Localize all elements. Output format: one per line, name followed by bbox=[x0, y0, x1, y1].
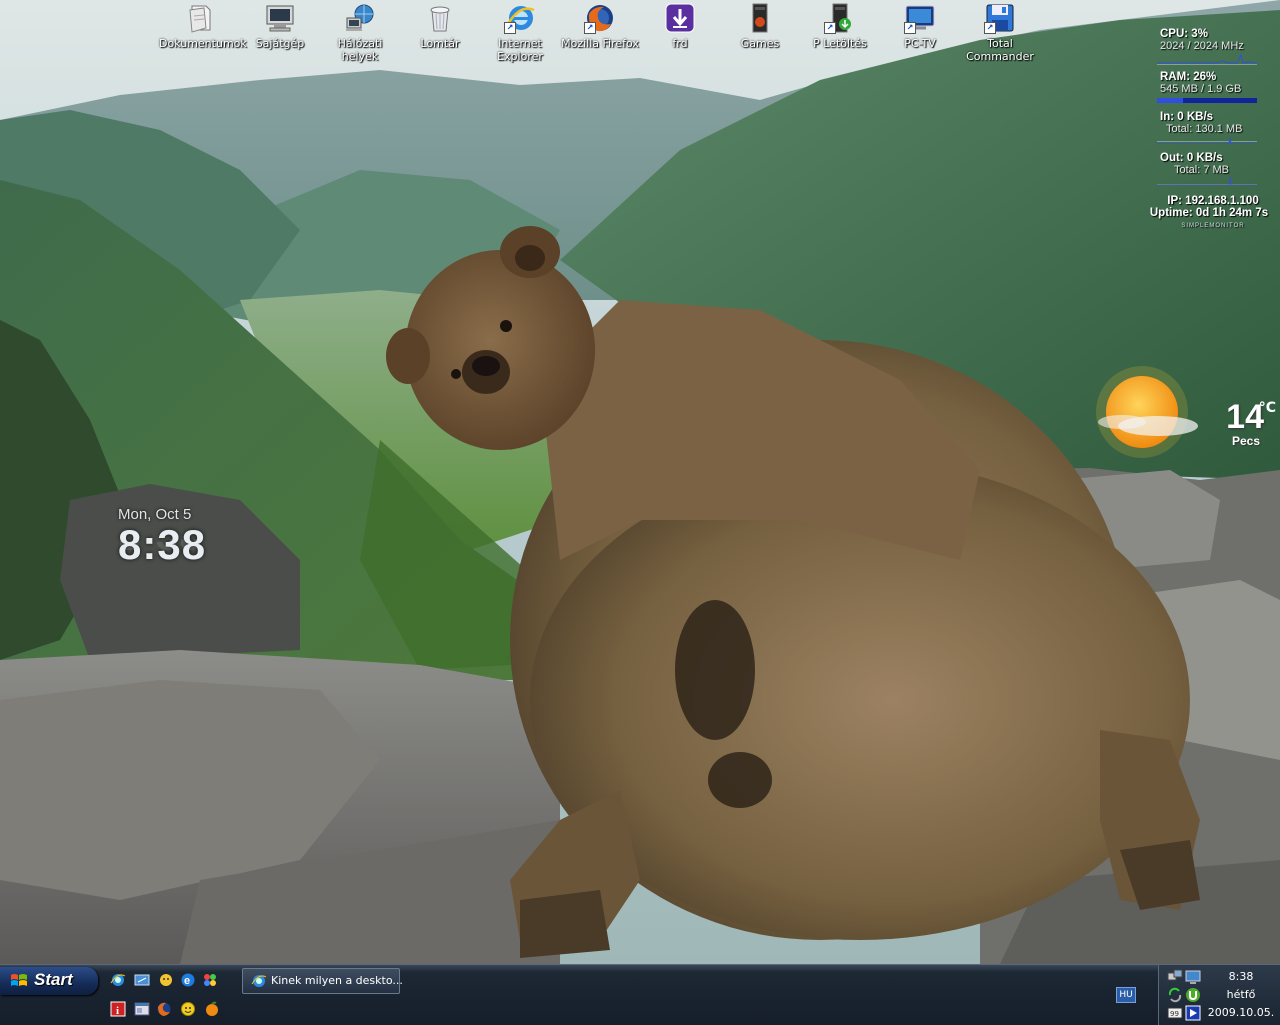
documents-icon bbox=[184, 2, 216, 34]
network-out-graph bbox=[1157, 176, 1257, 186]
taskbar-window-button[interactable]: Kinek milyen a deskto... bbox=[242, 968, 403, 994]
speaker-tray-icon[interactable]: 99 bbox=[1167, 1005, 1183, 1021]
show-desktop-icon[interactable] bbox=[134, 972, 150, 988]
internet-explorer-icon: ↗ bbox=[504, 2, 536, 34]
download-shortcut-icon: ↗ bbox=[824, 2, 856, 34]
start-button[interactable]: Start bbox=[0, 967, 98, 995]
svg-text:i: i bbox=[116, 1005, 119, 1017]
network-in-graph-line bbox=[1157, 137, 1257, 145]
display-tray-icon[interactable] bbox=[1185, 969, 1201, 985]
weather-widget[interactable]: 14 °C Pecs bbox=[1088, 362, 1278, 462]
desktop-icon-label: Internet Explorer bbox=[497, 37, 543, 63]
media-icon[interactable] bbox=[202, 972, 218, 988]
cpu-graph-line bbox=[1157, 53, 1258, 64]
desktop-icon-p-letoltes[interactable]: ↗ P Letöltés bbox=[799, 2, 881, 50]
info-icon[interactable]: i bbox=[110, 1001, 126, 1017]
network-in-total: Total: 130.1 MB bbox=[1166, 123, 1243, 135]
ram-detail: 545 MB / 1.9 GB bbox=[1160, 83, 1242, 95]
desktop-icon-games[interactable]: Games bbox=[719, 2, 801, 50]
my-computer-icon bbox=[264, 2, 296, 34]
shortcut-arrow-icon: ↗ bbox=[584, 22, 596, 34]
cpu-frequency: 2024 / 2024 MHz bbox=[1160, 40, 1244, 52]
clock-time-reflection: 8:38 bbox=[118, 539, 206, 559]
pc-tv-icon: ↗ bbox=[904, 2, 936, 34]
orange-icon[interactable] bbox=[204, 1001, 220, 1017]
network-out-graph-line bbox=[1157, 176, 1257, 186]
cpu-graph bbox=[1157, 52, 1258, 65]
language-indicator[interactable]: HU bbox=[1116, 987, 1136, 1003]
ie-window-icon bbox=[251, 975, 267, 987]
svg-text:99: 99 bbox=[1170, 1010, 1179, 1018]
ie-e-icon[interactable]: e bbox=[180, 972, 196, 988]
weather-unit: °C bbox=[1258, 400, 1276, 416]
total-commander-icon: ↗ bbox=[984, 2, 1016, 34]
shortcut-arrow-icon: ↗ bbox=[984, 22, 996, 34]
desktop-icon-label: Hálózati helyek bbox=[337, 37, 383, 63]
windows-flag-icon bbox=[11, 974, 27, 986]
system-monitor-widget: CPU: 3% 2024 / 2024 MHz RAM: 26% 545 MB … bbox=[1150, 28, 1276, 229]
desktop-icon-label: PC-TV bbox=[904, 37, 936, 50]
desktop-icon-label: Lomtár bbox=[420, 37, 460, 50]
desktop-icon-documents[interactable]: Dokumentumok bbox=[159, 2, 247, 50]
recycle-bin-icon bbox=[424, 2, 456, 34]
firefox-icon: ↗ bbox=[584, 2, 616, 34]
utorrent-tray-icon[interactable] bbox=[1185, 987, 1201, 1003]
firefox-small-icon[interactable] bbox=[156, 1001, 172, 1017]
desktop-icon-pc-tv[interactable]: ↗ PC-TV bbox=[879, 2, 961, 50]
desktop-wallpaper bbox=[0, 0, 1280, 964]
taskbar-window-title: Kinek milyen a deskto... bbox=[271, 974, 403, 987]
download-folder-icon bbox=[664, 2, 696, 34]
shortcut-arrow-icon: ↗ bbox=[904, 22, 916, 34]
network-out-total: Total: 7 MB bbox=[1174, 164, 1230, 176]
monitor-brand: SIMPLEMONITOR bbox=[1181, 223, 1245, 229]
desktop-icon-label: Dokumentumok bbox=[159, 37, 247, 50]
network-out: Out: 0 KB/s bbox=[1160, 152, 1223, 164]
uptime: Uptime: 0d 1h 24m 7s bbox=[1149, 207, 1269, 219]
svg-text:e: e bbox=[184, 975, 190, 987]
clock-widget: Mon, Oct 5 8:38 8:38 bbox=[118, 506, 206, 568]
shortcut-arrow-icon: ↗ bbox=[504, 22, 516, 34]
msn-icon[interactable] bbox=[158, 972, 174, 988]
network-tray-icon[interactable] bbox=[1167, 969, 1183, 985]
desktop-icon-my-computer[interactable]: Sajátgép bbox=[239, 2, 321, 50]
start-label: Start bbox=[34, 970, 73, 989]
network-in: In: 0 KB/s bbox=[1160, 111, 1214, 123]
cpu-usage: CPU: 3% bbox=[1160, 28, 1208, 40]
wallpaper-scene bbox=[0, 0, 1280, 964]
shortcut-arrow-icon: ↗ bbox=[824, 22, 836, 34]
tray-day: hétfő bbox=[1226, 988, 1256, 1001]
desktop-icon-label: Sajátgép bbox=[255, 37, 305, 50]
desktop-icon-network-places[interactable]: Hálózati helyek bbox=[319, 2, 401, 63]
tray-date: 2009.10.05. bbox=[1207, 1006, 1275, 1019]
desktop-icon-label: Total Commander bbox=[966, 37, 1034, 63]
ie-quick-icon[interactable] bbox=[110, 972, 126, 988]
desktop-icon-label: Games bbox=[740, 37, 780, 50]
tray-clock[interactable]: 8:38 hétfő 2009.10.05. bbox=[1203, 968, 1279, 1022]
desktop-icon-frd[interactable]: frd bbox=[639, 2, 721, 50]
weather-city: Pecs bbox=[1231, 434, 1260, 448]
sun-partly-cloudy-icon bbox=[1096, 366, 1198, 458]
desktop-icon-firefox[interactable]: ↗ Mozilla Firefox bbox=[559, 2, 641, 50]
network-in-graph bbox=[1157, 135, 1257, 145]
system-tray: 99 8:38 hétfő 2009.10.05. bbox=[1158, 965, 1280, 1025]
desktop-icon-label: frd bbox=[672, 37, 688, 50]
sync-tray-icon[interactable] bbox=[1167, 987, 1183, 1003]
games-icon bbox=[744, 2, 776, 34]
ram-bar-fill bbox=[1157, 98, 1183, 103]
window-icon[interactable] bbox=[134, 1001, 150, 1017]
taskbar: Start e i Kinek milyen a deskto... HU 99… bbox=[0, 964, 1280, 1025]
ram-bar bbox=[1157, 98, 1257, 103]
ip-address: IP: 192.168.1.100 bbox=[1167, 195, 1259, 207]
network-places-icon bbox=[344, 2, 376, 34]
desktop-icon-total-commander[interactable]: ↗ Total Commander bbox=[959, 2, 1041, 63]
desktop-icon-recycle-bin[interactable]: Lomtár bbox=[399, 2, 481, 50]
desktop-icon-internet-explorer[interactable]: ↗ Internet Explorer bbox=[479, 2, 561, 63]
desktop-icon-label: Mozilla Firefox bbox=[561, 37, 639, 50]
ram-usage: RAM: 26% bbox=[1160, 71, 1217, 83]
media-player-tray-icon[interactable] bbox=[1185, 1005, 1201, 1021]
desktop-icon-label: P Letöltés bbox=[813, 37, 867, 50]
tray-time: 8:38 bbox=[1228, 970, 1254, 983]
smiley-icon[interactable] bbox=[180, 1001, 196, 1017]
